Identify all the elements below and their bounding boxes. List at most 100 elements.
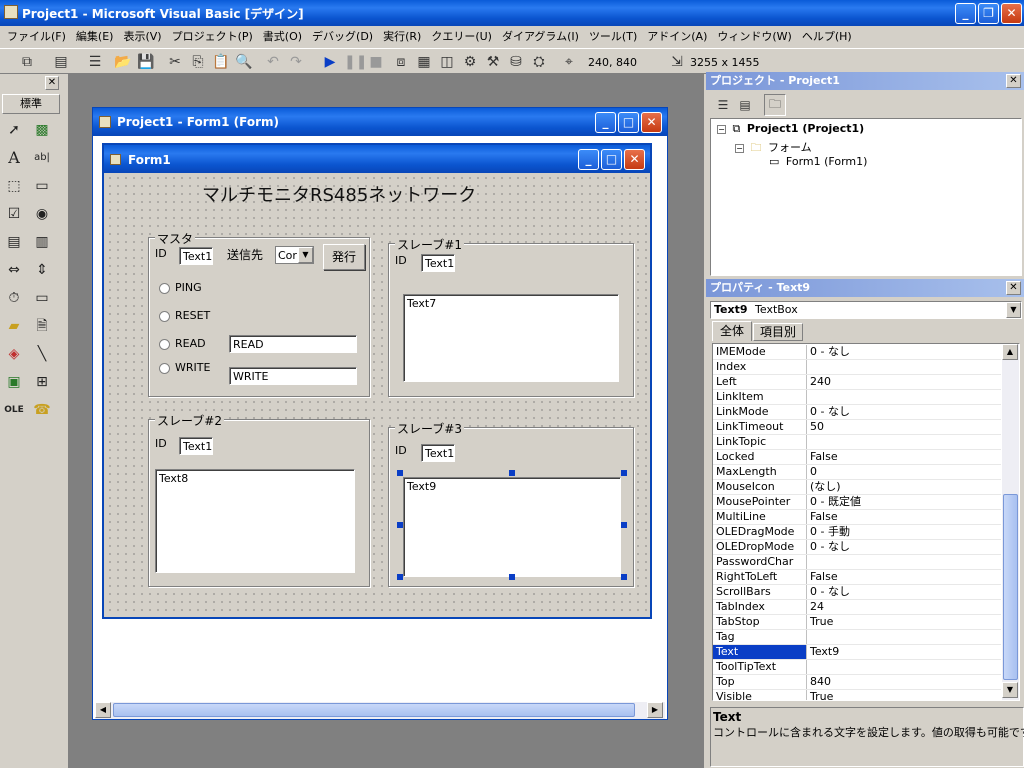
menu-view[interactable]: 表示(V)	[118, 26, 166, 48]
menu-diagram[interactable]: ダイアグラム(I)	[497, 26, 584, 48]
property-value[interactable]	[807, 660, 1001, 674]
scroll-up-button[interactable]: ▲	[1002, 344, 1018, 360]
property-grid-vscrollbar[interactable]: ▲ ▼	[1002, 344, 1019, 700]
form-layout-icon[interactable]: ◫	[438, 53, 456, 71]
minimize-button[interactable]: _	[955, 3, 976, 24]
combobox-tool-icon[interactable]: ▤	[2, 230, 26, 254]
menu-tools[interactable]: ツール(T)	[584, 26, 642, 48]
tab-categorized[interactable]: 項目別	[753, 323, 803, 341]
ping-radio[interactable]	[159, 283, 170, 294]
scroll-thumb[interactable]	[113, 703, 635, 717]
dirlistbox-tool-icon[interactable]: ▰	[2, 314, 26, 338]
cut-icon[interactable]: ✂	[166, 53, 184, 71]
object-selector-arrow-icon[interactable]: ▼	[1006, 302, 1021, 318]
redo-icon[interactable]: ↷	[287, 53, 305, 71]
property-row[interactable]: Tag	[713, 630, 1001, 645]
property-value[interactable]: Text9	[807, 645, 1001, 659]
drivelistbox-tool-icon[interactable]: ▭	[30, 286, 54, 310]
selection-handle[interactable]	[621, 574, 627, 580]
property-row[interactable]: LinkMode 0 - なし	[713, 405, 1001, 420]
add-project-icon[interactable]: ⧉	[18, 53, 36, 71]
listbox-tool-icon[interactable]: ▥	[30, 230, 54, 254]
write-input[interactable]: WRITE	[229, 367, 357, 385]
property-row[interactable]: RightToLeft False	[713, 570, 1001, 585]
commandbutton-tool-icon[interactable]: ▭	[30, 174, 54, 198]
form-designer-hscrollbar[interactable]: ◀ ▶	[95, 702, 665, 719]
menu-debug[interactable]: デバッグ(D)	[307, 26, 378, 48]
property-value[interactable]: 240	[807, 375, 1001, 389]
tree-item-form1[interactable]: ▭ Form1 (Form1)	[769, 155, 867, 168]
form1-maximize-button[interactable]: □	[601, 149, 622, 170]
property-value[interactable]: 0 - 手動	[807, 525, 1001, 539]
close-button[interactable]: ✕	[1001, 3, 1022, 24]
property-value[interactable]: 50	[807, 420, 1001, 434]
data-tool-icon[interactable]: ⊞	[30, 370, 54, 394]
property-row[interactable]: LinkTopic	[713, 435, 1001, 450]
property-value[interactable]	[807, 435, 1001, 449]
open-icon[interactable]: 📂	[114, 53, 132, 71]
slave2-text-area[interactable]: Text8	[155, 469, 355, 573]
scroll-down-button[interactable]: ▼	[1002, 682, 1018, 698]
property-row[interactable]: Locked False	[713, 450, 1001, 465]
filelistbox-tool-icon[interactable]: 🗎	[30, 314, 54, 338]
property-row[interactable]: Top 840	[713, 675, 1001, 690]
property-value[interactable]: 24	[807, 600, 1001, 614]
property-value[interactable]: True	[807, 615, 1001, 629]
reset-radio[interactable]	[159, 311, 170, 322]
paste-icon[interactable]: 📋	[212, 53, 230, 71]
property-row[interactable]: Left 240	[713, 375, 1001, 390]
component-manager-icon[interactable]: ⛭	[530, 53, 548, 71]
property-row[interactable]: TabStop True	[713, 615, 1001, 630]
menu-query[interactable]: クエリー(U)	[426, 26, 497, 48]
object-browser-icon[interactable]: ⚙	[461, 53, 479, 71]
textbox-tool-icon[interactable]: ab|	[30, 146, 54, 170]
copy-icon[interactable]: ⎘	[189, 53, 207, 71]
menu-project[interactable]: プロジェクト(P)	[167, 26, 258, 48]
selection-handle[interactable]	[397, 574, 403, 580]
undo-icon[interactable]: ↶	[264, 53, 282, 71]
property-value[interactable]: 0 - なし	[807, 345, 1001, 359]
save-icon[interactable]: 💾	[137, 53, 155, 71]
label-tool-icon[interactable]: A	[2, 146, 26, 170]
dest-combo-arrow-icon[interactable]: ▼	[298, 247, 313, 263]
view-code-icon[interactable]: ☰	[714, 96, 732, 114]
pointer-tool-icon[interactable]: ➚	[2, 118, 26, 142]
start-icon[interactable]: ▶	[321, 53, 339, 71]
selection-handle[interactable]	[621, 522, 627, 528]
image-tool-icon[interactable]: ▣	[2, 370, 26, 394]
collapse-icon[interactable]: −	[735, 144, 744, 153]
stop-icon[interactable]: ■	[367, 53, 385, 71]
selection-handle[interactable]	[509, 574, 515, 580]
property-row[interactable]: MultiLine False	[713, 510, 1001, 525]
toolbox-icon[interactable]: ⚒	[484, 53, 502, 71]
ole-tool-icon[interactable]: OLE	[2, 398, 26, 422]
property-value[interactable]: (なし)	[807, 480, 1001, 494]
property-row[interactable]: Text Text9	[713, 645, 1001, 660]
project-explorer-icon[interactable]: ⧈	[392, 53, 410, 71]
selection-handle[interactable]	[621, 470, 627, 476]
add-form-icon[interactable]: ▤	[52, 53, 70, 71]
form-designer-minimize-button[interactable]: _	[595, 112, 616, 133]
property-row[interactable]: IMEMode 0 - なし	[713, 345, 1001, 360]
tab-alphabetic[interactable]: 全体	[712, 321, 752, 341]
property-value[interactable]: False	[807, 510, 1001, 524]
property-row[interactable]: PasswordChar	[713, 555, 1001, 570]
property-value[interactable]: False	[807, 450, 1001, 464]
slave1-text-area[interactable]: Text7	[403, 294, 619, 382]
read-radio[interactable]	[159, 339, 170, 350]
property-value[interactable]: 0 - なし	[807, 540, 1001, 554]
property-value[interactable]	[807, 360, 1001, 374]
checkbox-tool-icon[interactable]: ☑	[2, 202, 26, 226]
timer-tool-icon[interactable]: ⏱	[2, 286, 26, 310]
scroll-right-button[interactable]: ▶	[647, 702, 663, 718]
property-scroll-thumb[interactable]	[1003, 494, 1018, 680]
menu-file[interactable]: ファイル(F)	[2, 26, 71, 48]
frame-tool-icon[interactable]: ⬚	[2, 174, 26, 198]
property-row[interactable]: MouseIcon (なし)	[713, 480, 1001, 495]
form-designer-maximize-button[interactable]: □	[618, 112, 639, 133]
property-value[interactable]: 0 - 既定値	[807, 495, 1001, 509]
vscrollbar-tool-icon[interactable]: ⇕	[30, 258, 54, 282]
property-row[interactable]: ToolTipText	[713, 660, 1001, 675]
property-value[interactable]	[807, 630, 1001, 644]
property-row[interactable]: LinkTimeout 50	[713, 420, 1001, 435]
